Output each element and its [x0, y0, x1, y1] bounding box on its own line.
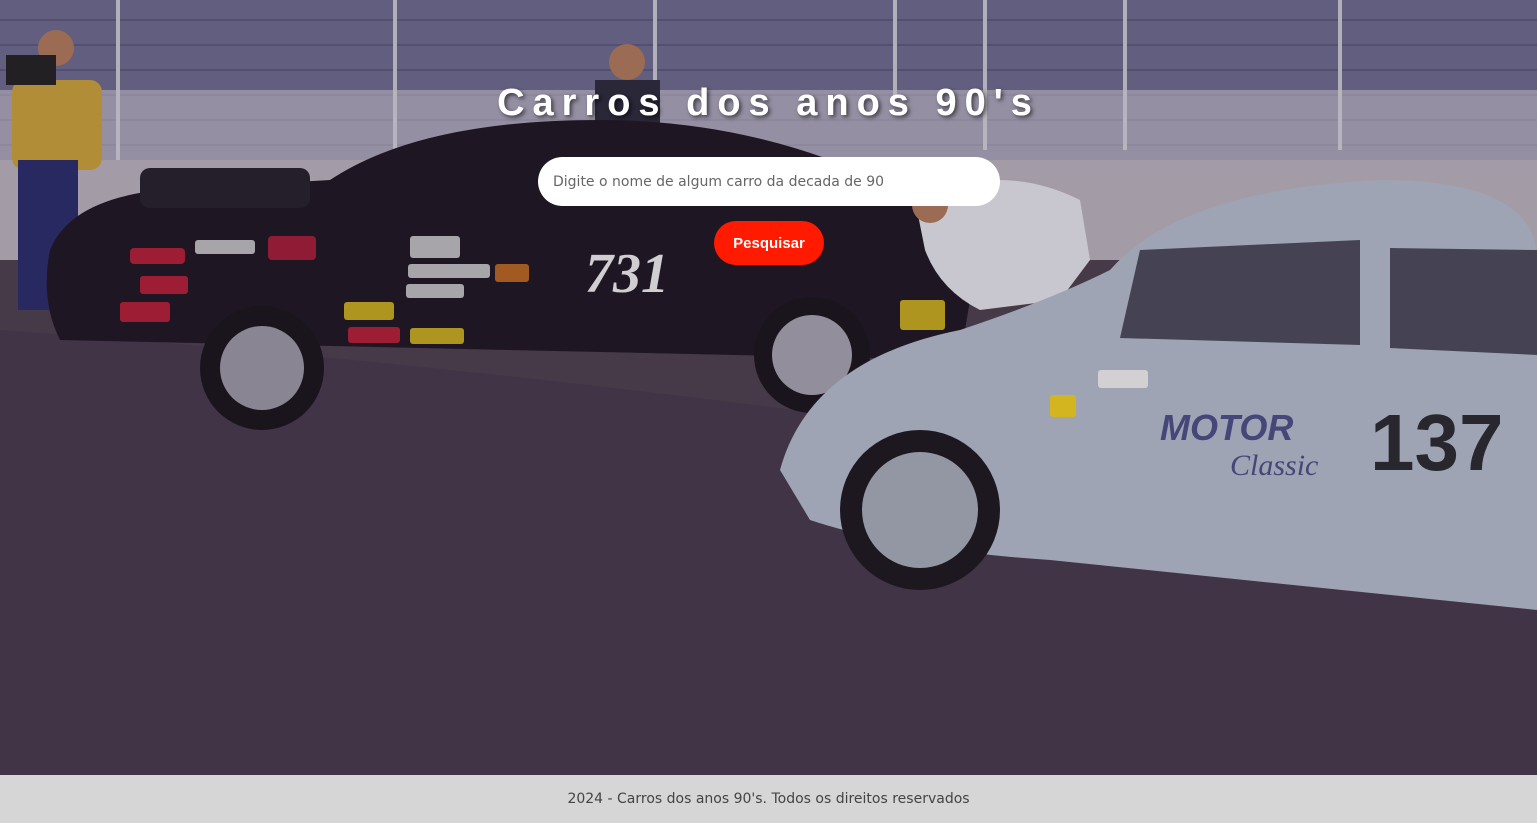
footer: 2024 - Carros dos anos 90's. Todos os di…	[0, 775, 1537, 823]
search-input[interactable]	[538, 157, 1000, 206]
footer-copyright: 2024 - Carros dos anos 90's. Todos os di…	[567, 791, 970, 807]
search-button[interactable]: Pesquisar	[714, 221, 824, 265]
page: 731 MOTOR Classic 137 Carros dos anos 90…	[0, 0, 1537, 823]
page-title: Carros dos anos 90's	[497, 82, 1040, 124]
